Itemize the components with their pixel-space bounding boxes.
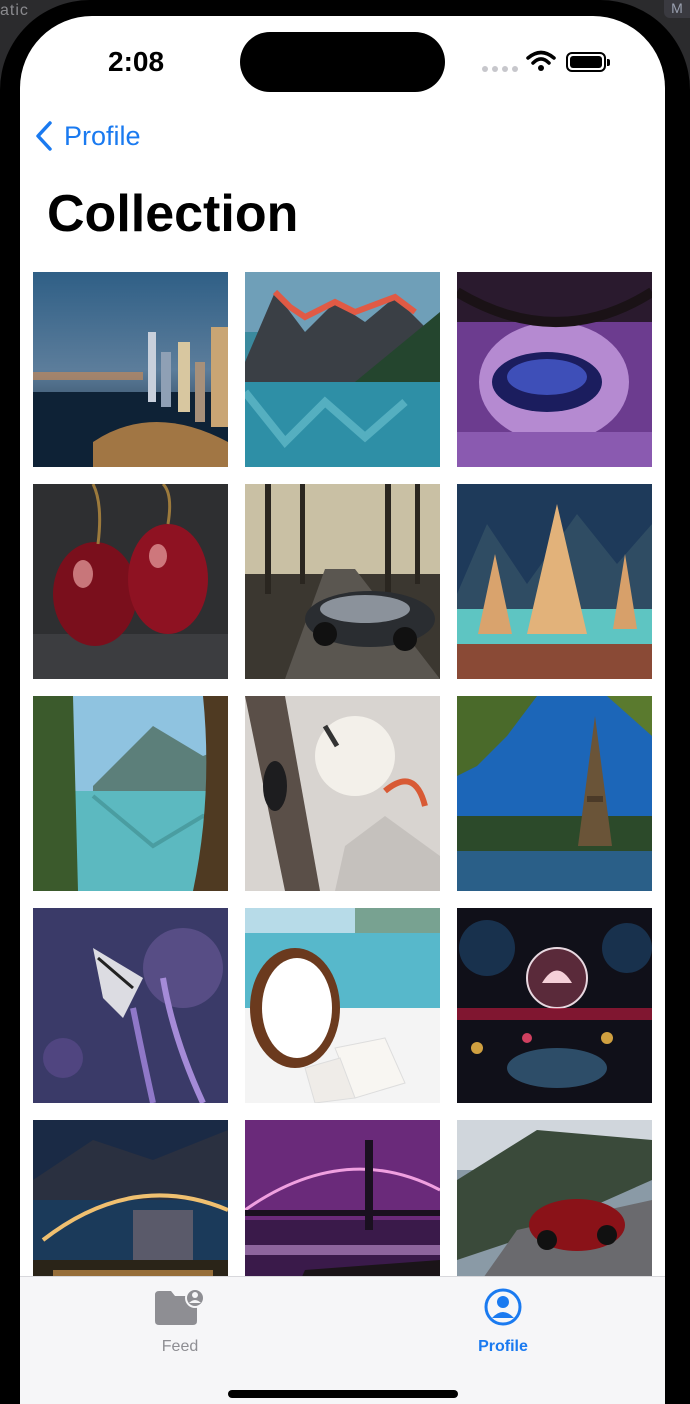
photo-tile-cherries[interactable] [33, 484, 228, 679]
tab-feed-label: Feed [161, 1338, 199, 1355]
photo-tile-lotus-bubbles[interactable] [457, 908, 652, 1103]
phone-screen: 2:08 Profile Collection Feed Profile [20, 16, 665, 1404]
tab-bar: Feed Profile [20, 1276, 665, 1404]
dynamic-island [240, 32, 445, 92]
photo-tile-butterfly-lavender[interactable] [33, 908, 228, 1103]
photo-tile-christmas-trees[interactable] [457, 484, 652, 679]
photo-tile-coconut[interactable] [245, 908, 440, 1103]
cellular-signal-icon [482, 66, 518, 72]
phone-frame: 2:08 Profile Collection Feed Profile [0, 0, 690, 1404]
chevron-left-icon [36, 121, 52, 151]
photo-tile-bridge-city-night[interactable] [33, 1120, 228, 1276]
photo-tile-paraglider[interactable] [245, 696, 440, 891]
photo-grid [33, 272, 653, 1276]
photo-tile-sports-car-forest[interactable] [245, 484, 440, 679]
person-circle-icon [484, 1288, 522, 1326]
photo-tile-turquoise-lake[interactable] [33, 696, 228, 891]
wifi-icon [526, 50, 556, 71]
status-time: 2:08 [108, 46, 165, 77]
tab-profile-label: Profile [478, 1338, 528, 1355]
page-title: Collection [47, 185, 299, 243]
background-window-text: atic [0, 2, 29, 19]
tab-profile[interactable]: Profile [443, 1287, 563, 1357]
photo-tile-eiffel-tower[interactable] [457, 696, 652, 891]
back-button[interactable]: Profile [34, 120, 141, 152]
photo-tile-mountain-lake[interactable] [245, 272, 440, 467]
folder-person-icon [155, 1288, 205, 1325]
back-button-label: Profile [64, 120, 141, 151]
photo-tile-purple-bridge[interactable] [245, 1120, 440, 1276]
battery-icon [566, 52, 610, 72]
tab-feed[interactable]: Feed [120, 1287, 240, 1357]
photo-tile-city-skyline[interactable] [33, 272, 228, 467]
background-badge: M [664, 0, 690, 18]
photo-tile-purple-tree-lake[interactable] [457, 272, 652, 467]
photo-tile-red-car-road[interactable] [457, 1120, 652, 1276]
home-indicator[interactable] [228, 1390, 458, 1398]
